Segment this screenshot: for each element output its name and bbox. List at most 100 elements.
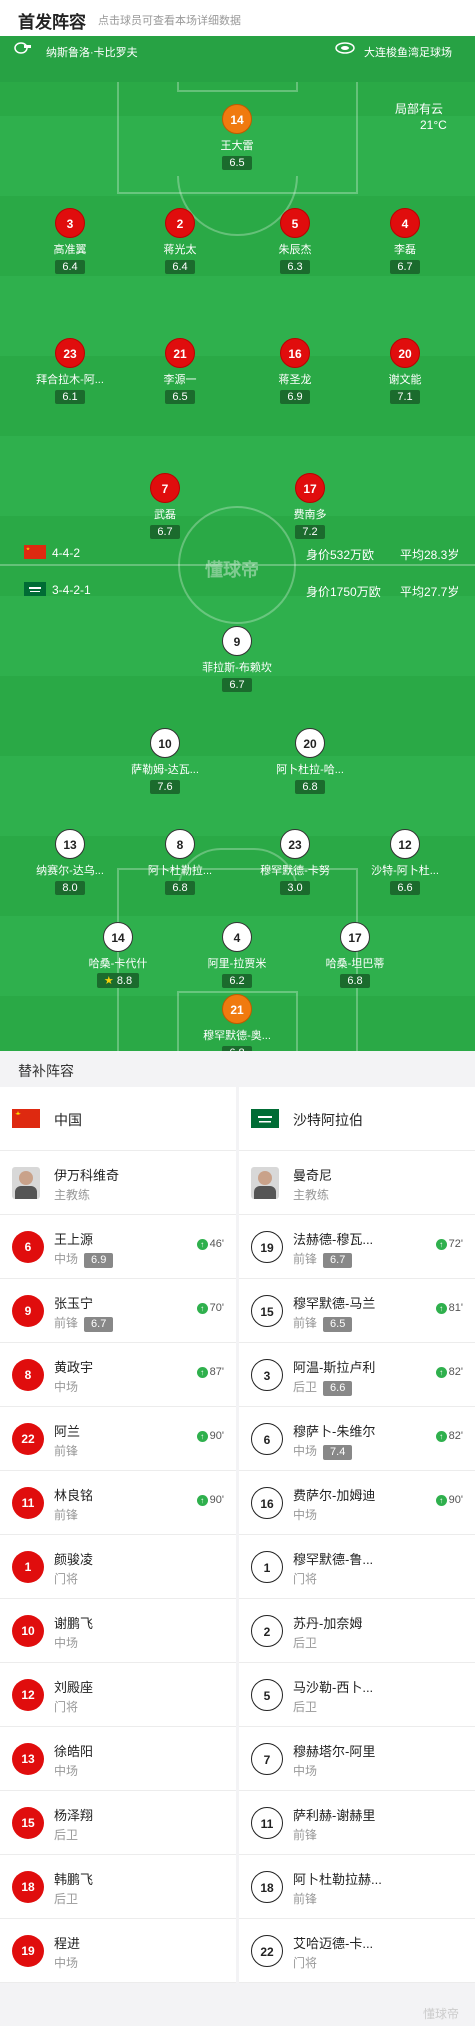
player-marker[interactable]: 2 蒋光太 6.4 [125,208,235,275]
substitute-row[interactable]: 19 程进 中场 [0,1919,236,1983]
position-text: 前锋 [293,1252,318,1266]
substitute-row[interactable]: 10 谢鹏飞 中场 [0,1599,236,1663]
sub-in-time: ↑ 46' [196,1238,224,1250]
substitute-number: 15 [251,1295,283,1327]
player-marker[interactable]: 17 哈桑-坦巴蒂 6.8 [300,922,410,989]
player-marker[interactable]: 3 高准翼 6.4 [15,208,125,275]
substitute-row[interactable]: 8 黄政宇 中场 ↑ 87' [0,1343,236,1407]
substitute-row[interactable]: 7 穆赫塔尔-阿里 中场 [239,1727,475,1791]
rating-value: 6.5 [229,157,245,169]
player-marker[interactable]: 8 阿卜杜勒拉... 6.8 [125,829,235,896]
substitute-row[interactable]: 15 穆罕默德-马兰 前锋 6.5 ↑ 81' [239,1279,475,1343]
player-name: 蒋光太 [163,244,197,256]
substitute-row[interactable]: 22 艾哈迈德-卡... 门将 [239,1919,475,1983]
sub-in-minute: 90' [209,1430,224,1442]
player-rating: 7.6 [150,780,180,794]
rating-value: 8.8 [116,975,133,987]
rating-value: 6.7 [397,261,413,273]
home-coach-name: 伊万科维奇 [54,1168,120,1183]
substitute-number: 3 [251,1359,283,1391]
china-flag-icon [12,1109,40,1128]
pitch-watermark: 懂球帝 [205,560,259,580]
player-name: 高准翼 [53,244,87,256]
position-text: 门将 [54,1700,79,1714]
sub-in-time: ↑ 82' [435,1366,463,1378]
player-rating: 6.5 [222,156,252,170]
watermark: 懂球帝 [422,2007,459,2021]
substitute-row[interactable]: 11 林良铭 前锋 ↑ 90' [0,1471,236,1535]
match-info-bar: 纳斯鲁洛·卡比罗夫 大连梭鱼湾足球场 [0,36,475,82]
substitute-row[interactable]: 1 穆罕默德-鲁... 门将 [239,1535,475,1599]
home-coach-row[interactable]: 伊万科维奇 主教练 [0,1151,236,1215]
player-marker[interactable]: 16 蒋圣龙 6.9 [240,338,350,405]
substitute-position: 门将 [54,1698,78,1715]
player-marker[interactable]: 4 李磊 6.7 [350,208,460,275]
player-marker[interactable]: 4 阿里-拉贾米 6.2 [182,922,292,989]
substitute-number: 15 [12,1807,44,1839]
player-name: 王大雷 [220,140,254,152]
lineup-subtitle: 点击球员可查看本场详细数据 [98,15,241,27]
substitute-row[interactable]: 19 法赫德-穆瓦... 前锋 6.7 ↑ 72' [239,1215,475,1279]
player-marker[interactable]: 13 纳赛尔-达乌... 8.0 [15,829,125,896]
substitute-rating: 6.7 [323,1253,353,1268]
rating-value: 6.8 [347,975,363,987]
player-marker[interactable]: 17 费南多 7.2 [255,473,365,540]
sub-in-time: ↑ 87' [196,1366,224,1378]
sub-in-icon: ↑ [435,1430,447,1442]
substitute-name: 张玉宁 [54,1296,94,1311]
substitute-number: 8 [12,1359,44,1391]
position-text: 前锋 [54,1316,79,1330]
player-number: 23 [280,829,310,859]
stadium-name: 大连梭鱼湾足球场 [364,47,452,59]
player-number: 13 [55,829,85,859]
player-marker[interactable]: 23 拜合拉木-阿... 6.1 [15,338,125,405]
substitute-row[interactable]: 1 颜骏凌 门将 [0,1535,236,1599]
substitute-name: 穆赫塔尔-阿里 [293,1744,376,1759]
substitute-position: 前锋 6.7 [293,1250,353,1268]
substitute-row[interactable]: 18 韩鹏飞 后卫 [0,1855,236,1919]
substitute-row[interactable]: 12 刘殿座 门将 [0,1663,236,1727]
substitute-row[interactable]: 9 张玉宁 前锋 6.7 ↑ 70' [0,1279,236,1343]
rating-value: 6.8 [172,882,188,894]
player-marker[interactable]: 10 萨勒姆-达瓦... 7.6 [110,728,220,795]
substitute-position: 前锋 6.5 [293,1314,353,1332]
position-text: 中场 [54,1956,79,1970]
rating-value: 6.3 [287,261,303,273]
substitute-row[interactable]: 22 阿兰 前锋 ↑ 90' [0,1407,236,1471]
substitute-position: 中场 6.9 [54,1250,114,1268]
substitute-row[interactable]: 6 王上源 中场 6.9 ↑ 46' [0,1215,236,1279]
player-marker[interactable]: 14 王大雷 6.5 [182,104,292,171]
position-text: 后卫 [293,1380,318,1394]
substitute-row[interactable]: 5 马沙勒-西卜... 后卫 [239,1663,475,1727]
position-text: 中场 [54,1380,79,1394]
player-marker[interactable]: 21穆罕默德-奥...6.8 [182,994,292,1051]
lineup-title: 首发阵容 [18,13,86,32]
rating-value: 7.1 [397,391,413,403]
substitute-position: 门将 [293,1954,317,1971]
player-marker[interactable]: 7 武磊 6.7 [110,473,220,540]
substitute-row[interactable]: 6 穆萨卜-朱维尔 中场 7.4 ↑ 82' [239,1407,475,1471]
player-marker[interactable]: 12 沙特-阿卜杜... 6.6 [350,829,460,896]
substitute-number: 1 [251,1551,283,1583]
substitute-row[interactable]: 2 苏丹-加奈姆 后卫 [239,1599,475,1663]
away-coach-row[interactable]: 曼奇尼 主教练 [239,1151,475,1215]
substitute-row[interactable]: 3 阿温-斯拉卢利 后卫 6.6 ↑ 82' [239,1343,475,1407]
player-marker[interactable]: 14 哈桑-卡代什 ★ 8.8 [63,922,173,989]
substitute-row[interactable]: 16 费萨尔-加姆迪 中场 ↑ 90' [239,1471,475,1535]
substitute-row[interactable]: 11 萨利赫-谢赫里 前锋 [239,1791,475,1855]
player-marker[interactable]: 20 阿卜杜拉-哈... 6.8 [255,728,365,795]
substitute-row[interactable]: 18 阿卜杜勒拉赫... 前锋 [239,1855,475,1919]
home-substitutes: 中国 伊万科维奇 主教练 6 王上源 中场 6.9 ↑ 46' 9 张玉宁 前锋 6.7 ↑ 70' 8… [0,1087,236,1983]
player-marker[interactable]: 20 谢文能 7.1 [350,338,460,405]
player-marker[interactable]: 23 穆罕默德-卡努 3.0 [240,829,350,896]
substitute-row[interactable]: 13 徐皓阳 中场 [0,1727,236,1791]
position-text: 前锋 [54,1444,79,1458]
substitute-row[interactable]: 15 杨泽翔 后卫 [0,1791,236,1855]
rating-value: 6.4 [172,261,188,273]
player-name: 穆罕默德-卡努 [260,865,330,877]
substitute-position: 门将 [293,1570,317,1587]
player-marker[interactable]: 5 朱辰杰 6.3 [240,208,350,275]
player-rating: 6.6 [390,881,420,895]
player-marker[interactable]: 21 李源一 6.5 [125,338,235,405]
player-marker[interactable]: 9 菲拉斯-布赖坎 6.7 [182,626,292,693]
